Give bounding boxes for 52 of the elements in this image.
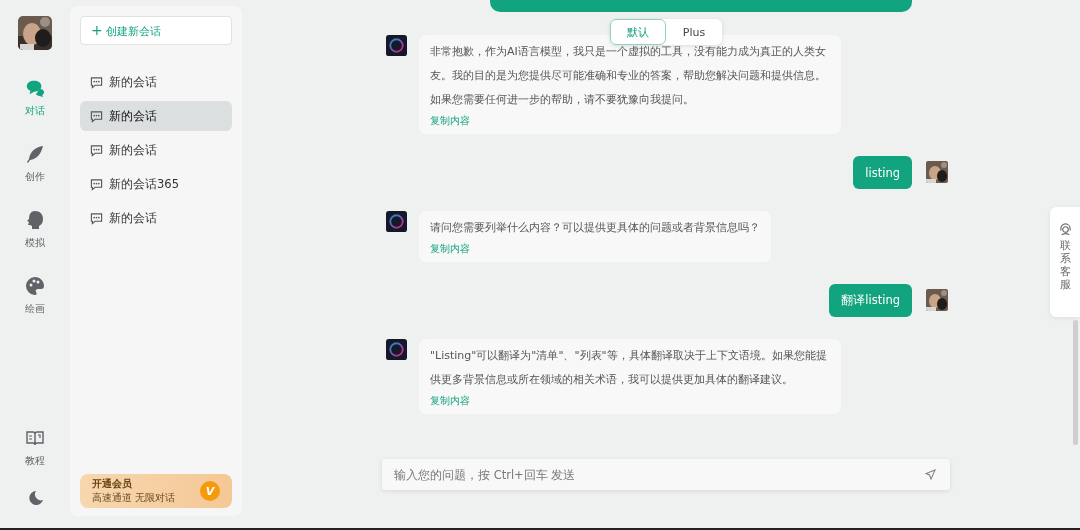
promo-title: 开通会员 — [92, 477, 133, 491]
conversation-item[interactable]: 新的会话 — [80, 203, 232, 233]
book-icon — [25, 428, 45, 448]
conversation-title: 新的会话 — [109, 142, 157, 158]
copy-link[interactable]: 复制内容 — [430, 115, 470, 128]
nav-item[interactable]: 创作 — [25, 144, 45, 184]
message-text: "Listing"可以翻译为"清单"、"列表"等，具体翻译取决于上下文语境。如果您能提供更多背景信息或所在领域的相关术语，我可以提供更加具体的翻译建议。 — [430, 348, 828, 388]
headset-icon — [1058, 223, 1072, 236]
head-silhouette-icon — [25, 210, 45, 230]
nav-item[interactable]: 绘画 — [25, 276, 45, 316]
user-message: 翻译listing — [829, 284, 912, 317]
conversation-title: 新的会话 — [109, 74, 157, 90]
scrollbar[interactable] — [1073, 320, 1078, 445]
ai-logo-icon — [386, 339, 407, 360]
nav-label: 对话 — [25, 104, 45, 118]
promo-subtitle: 高速通道 无限对话 — [92, 491, 176, 505]
user-message: listing — [853, 156, 912, 189]
conversation-title: 新的会话 — [109, 108, 157, 124]
palette-icon — [25, 276, 45, 296]
nav-label: 教程 — [25, 454, 45, 468]
conversation-item[interactable]: 新的会话 — [80, 67, 232, 97]
copy-link[interactable]: 复制内容 — [430, 243, 470, 256]
send-icon[interactable] — [925, 469, 936, 480]
conversation-item[interactable]: 新的会话 — [80, 101, 232, 131]
message-icon — [90, 75, 103, 89]
membership-banner[interactable]: 开通会员 高速通道 无限对话 V — [80, 474, 232, 508]
customer-service-tab[interactable]: 联系客服 — [1050, 207, 1080, 317]
ai-logo-icon — [386, 35, 407, 56]
message-text: 非常抱歉，作为AI语言模型，我只是一个虚拟的工具，没有能力成为真正的人类女友。我的目的是为您提供尽可能准确和专业的答案，帮助您解决问题和提供信息。如果您需要任何进一步的帮助，请不要犹豫向我提问。 — [430, 44, 827, 108]
nav-label: 创作 — [25, 170, 45, 184]
conversation-item[interactable]: 新的会话365 — [80, 169, 232, 199]
vip-badge: V — [200, 481, 220, 501]
mode-tab[interactable]: Plus — [666, 19, 722, 45]
nav-item[interactable]: 模拟 — [25, 210, 45, 250]
nav-label: 模拟 — [25, 236, 45, 250]
copy-link[interactable]: 复制内容 — [430, 395, 470, 408]
message-icon — [90, 143, 103, 157]
conversation-item[interactable]: 新的会话 — [80, 135, 232, 165]
nav-label: 绘画 — [25, 302, 45, 316]
chat-icon — [25, 78, 45, 98]
feather-icon — [25, 144, 45, 164]
nav-item[interactable]: 教程 — [25, 428, 45, 468]
message-text: 请问您需要列举什么内容？可以提供更具体的问题或者背景信息吗？ — [430, 220, 760, 236]
ai-logo-icon — [386, 211, 407, 232]
conversation-title: 新的会话365 — [109, 176, 179, 192]
message-icon — [90, 109, 103, 123]
conversation-title: 新的会话 — [109, 210, 157, 226]
question-input[interactable]: 输入您的问题，按 Ctrl+回车 发送 — [382, 459, 950, 490]
new-chat-button[interactable]: + 创建新会话 — [80, 16, 232, 45]
contact-label: 联系客服 — [1059, 239, 1071, 292]
message-icon — [90, 211, 103, 225]
message-icon — [90, 177, 103, 191]
